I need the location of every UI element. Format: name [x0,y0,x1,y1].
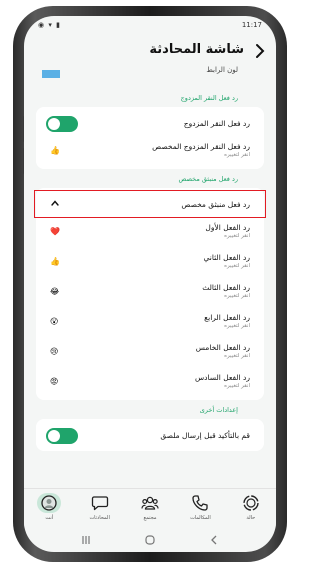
double-tap-toggle-label: رد فعل النقر المزدوج [183,119,250,128]
confirm-sticker-toggle[interactable] [46,428,78,444]
nav-status-label: حالة [246,515,256,521]
reaction-5-subtitle: انقر لتغييره [224,353,250,359]
status-time: 11:17 [241,21,262,29]
reaction-3-label: رد الفعل الثالث [202,283,250,292]
chevron-up-icon[interactable] [50,198,60,208]
surprised-face-icon: 😮 [50,317,59,326]
reaction-2-subtitle: انقر لتغييره [224,263,250,269]
nav-you[interactable]: أنت [27,493,71,521]
header: شاشة المحادثة [24,38,276,68]
crying-face-icon: 😢 [50,347,59,356]
page-title: شاشة المحادثة [149,42,244,57]
reaction-row-5[interactable]: رد الفعل الخامس انقر لتغييره 😢 [36,338,264,368]
status-bar: 11:17 ◉ ▾ ▮ [24,16,276,36]
toggle-knob [48,430,60,442]
nav-calls-label: المكالمات [190,515,211,521]
reaction-4-label: رد الفعل الرابع [204,313,250,322]
calls-icon [190,493,210,513]
nav-community-label: مجتمع [143,515,157,521]
section-title-other: إعدادات أخرى [199,406,238,414]
section-title-double-tap: رد فعل النقر المزدوج [180,94,238,102]
reaction-row-6[interactable]: رد الفعل السادس انقر لتغييره 😡 [36,368,264,398]
reaction-row-1[interactable]: رد الفعل الأول انقر لتغييره ❤️ [36,218,264,248]
link-color-row[interactable]: لون الرابط [24,66,276,88]
nav-chats-label: المحادثات [89,515,110,521]
bottom-navbar: حالة المكالمات مجتمع المحادثات أنت [24,488,276,528]
system-back-button[interactable] [206,532,222,548]
system-navigation-bar [24,528,276,552]
other-settings-card: قم بالتأكيد قبل إرسال ملصق [36,419,264,451]
confirm-sticker-label: قم بالتأكيد قبل إرسال ملصق [160,431,250,440]
nav-chats[interactable]: المحادثات [78,493,122,521]
thumbs-up-icon: 👍 [50,146,60,155]
settings-list[interactable]: لون الرابط رد فعل النقر المزدوج رد فعل ا… [24,66,276,490]
nav-status[interactable]: حالة [229,493,273,521]
community-icon [140,493,160,513]
double-tap-toggle-row[interactable]: رد فعل النقر المزدوج [36,109,264,137]
reaction-4-subtitle: انقر لتغييره [224,323,250,329]
angry-face-icon: 😡 [50,377,59,386]
phone-screen: 11:17 ◉ ▾ ▮ شاشة المحادثة لون الرابط رد … [24,16,276,552]
nav-calls[interactable]: المكالمات [178,493,222,521]
reaction-1-label: رد الفعل الأول [205,223,250,232]
toggle-knob [48,118,60,130]
laughing-face-icon: 😂 [50,287,60,296]
double-tap-toggle[interactable] [46,116,78,132]
status-icons: ◉ ▾ ▮ [38,21,61,29]
confirm-sticker-row[interactable]: قم بالتأكيد قبل إرسال ملصق [36,421,264,449]
reaction-6-label: رد الفعل السادس [194,373,250,382]
double-tap-card: رد فعل النقر المزدوج رد فعل النقر المزدو… [36,107,264,169]
custom-menu-card: رد فعل منبثق مخصص رد الفعل الأول انقر لت… [34,188,266,400]
custom-double-tap-subtitle: انقر لتغييره [224,152,250,158]
chats-icon [90,493,110,513]
custom-double-tap-row[interactable]: رد فعل النقر المزدوج المخصص انقر لتغييره… [36,137,264,167]
reaction-6-subtitle: انقر لتغييره [224,383,250,389]
reaction-1-subtitle: انقر لتغييره [224,233,250,239]
section-title-custom-menu: رد فعل منبثق مخصص [178,175,238,183]
custom-double-tap-label: رد فعل النقر المزدوج المخصص [152,142,250,151]
reaction-2-label: رد الفعل الثاني [203,253,250,262]
nav-you-label: أنت [45,515,54,521]
home-button[interactable] [142,532,158,548]
reaction-3-subtitle: انقر لتغييره [224,293,250,299]
reaction-row-4[interactable]: رد الفعل الرابع انقر لتغييره 😮 [36,308,264,338]
reaction-row-3[interactable]: رد الفعل الثالث انقر لتغييره 😂 [36,278,264,308]
link-color-label: لون الرابط [206,66,238,74]
reaction-row-2[interactable]: رد الفعل الثاني انقر لتغييره 👍 [36,248,264,278]
recent-apps-button[interactable] [78,532,94,548]
custom-menu-header-row[interactable]: رد فعل منبثق مخصص [34,190,266,218]
back-button[interactable] [250,40,270,62]
status-icon [241,493,261,513]
profile-icon [37,493,62,513]
heart-icon: ❤️ [50,227,60,236]
custom-menu-header-label: رد فعل منبثق مخصص [181,200,250,209]
nav-community[interactable]: مجتمع [128,493,172,521]
reaction-5-label: رد الفعل الخامس [195,343,250,352]
link-color-swatch [42,70,60,78]
chevron-right-icon [256,44,265,58]
thumbs-up-icon: 👍 [50,257,60,266]
